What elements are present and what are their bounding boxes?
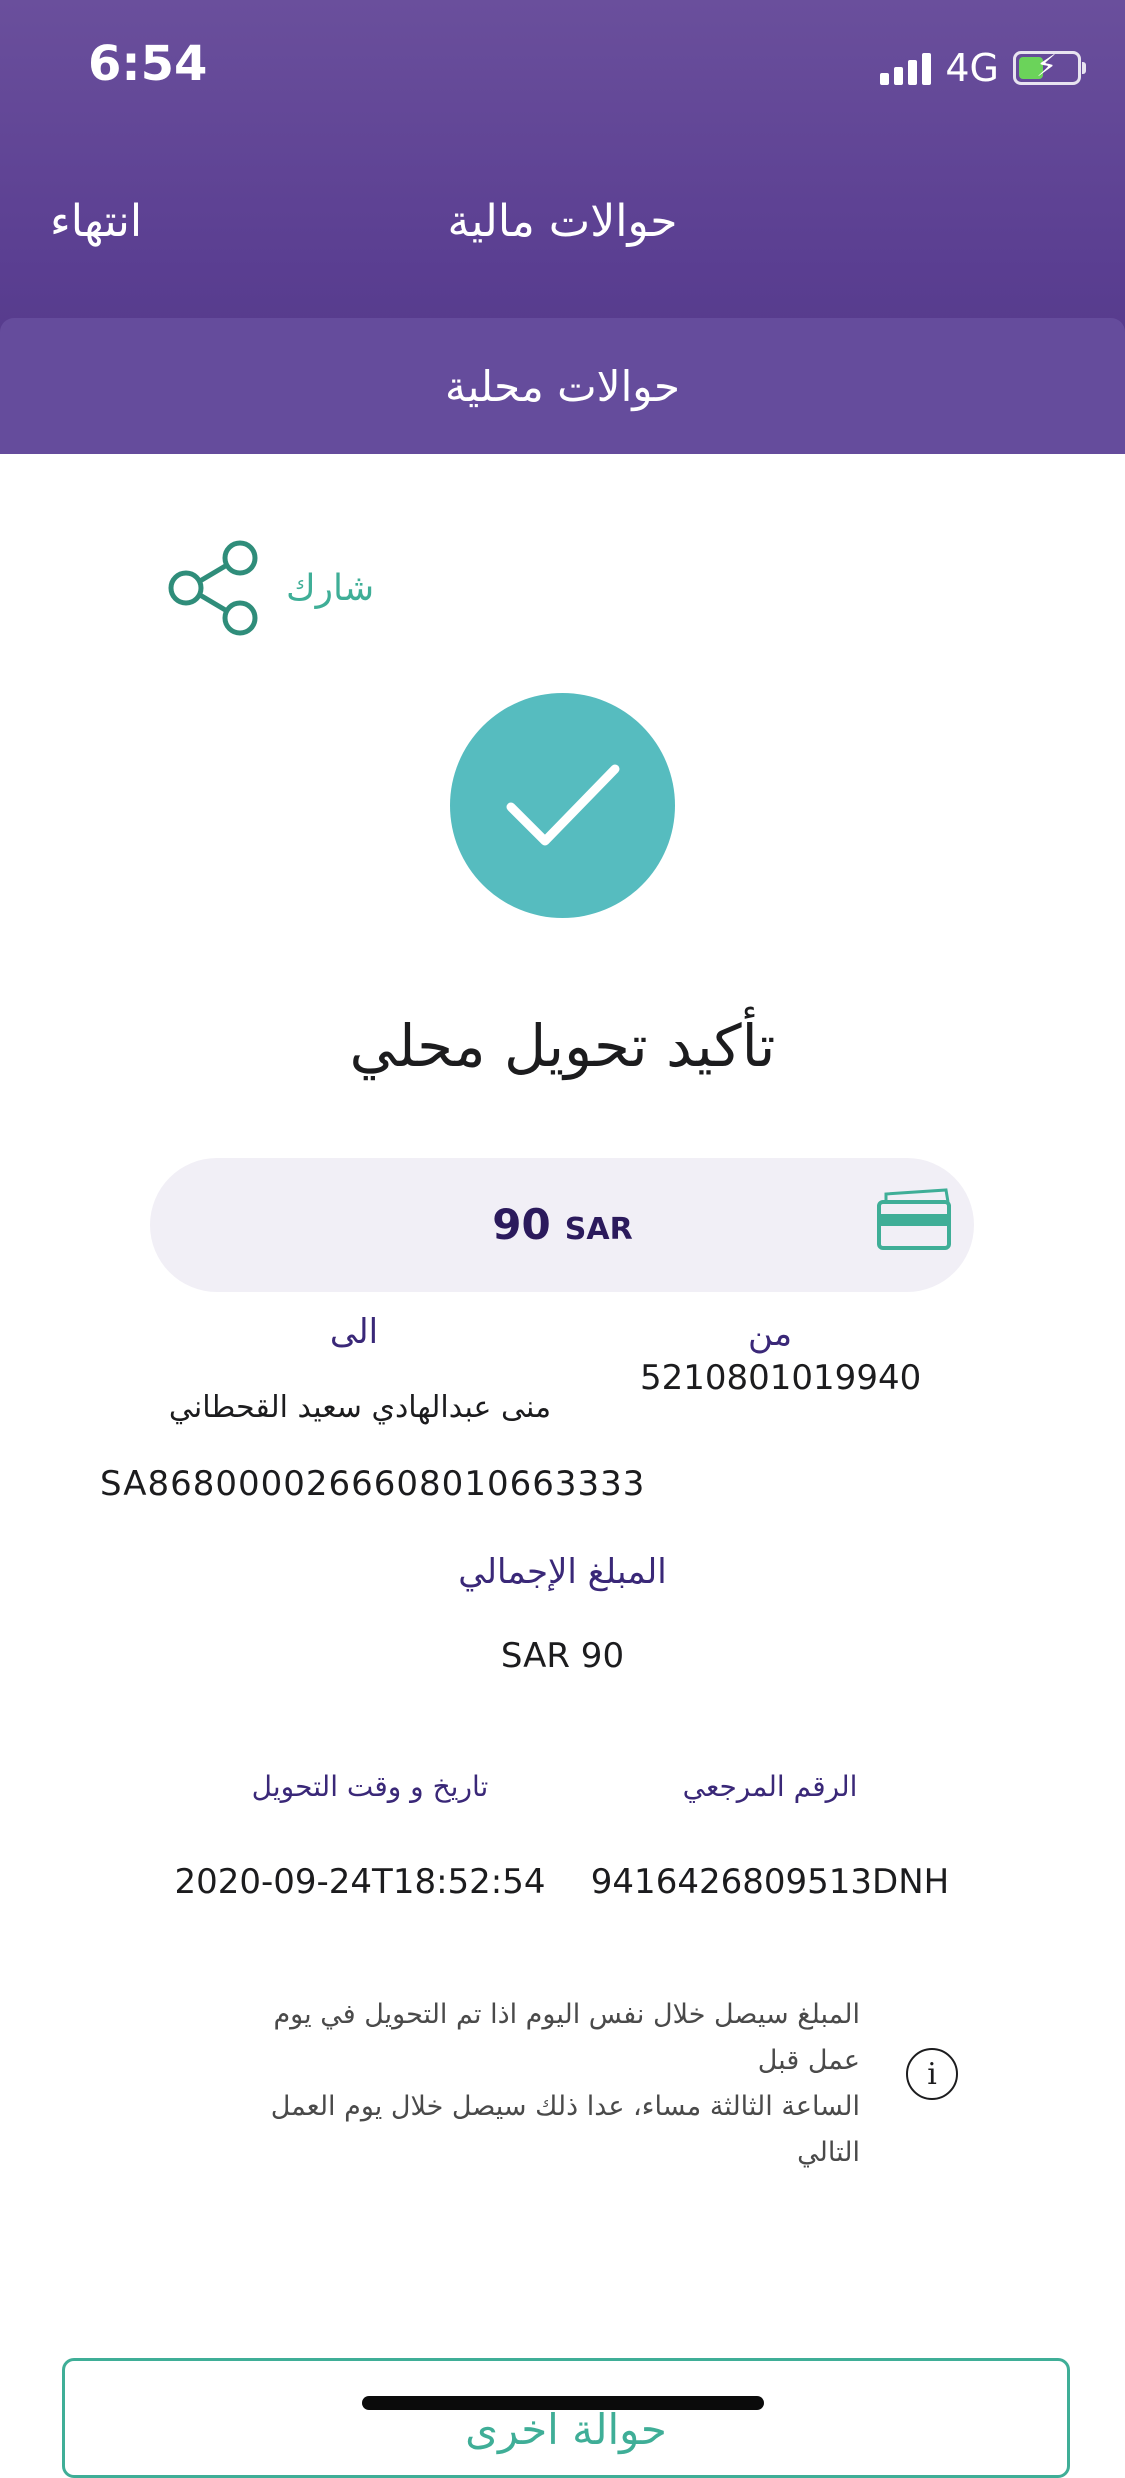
- amount-value: 90: [492, 1200, 551, 1249]
- amount-display: 90 SAR: [0, 1200, 1125, 1249]
- to-label: الى: [329, 1312, 379, 1352]
- tab-local-transfers[interactable]: حوالات محلية: [0, 318, 1125, 454]
- another-transfer-label: حوالة اخرى: [465, 2405, 667, 2454]
- recipient-name: منى عبدالهادي سعيد القحطاني: [168, 1390, 552, 1425]
- reference-label: الرقم المرجعي: [682, 1770, 858, 1803]
- card-icon: [877, 1188, 951, 1250]
- confirmation-title: تأكيد تحويل محلي: [349, 1012, 776, 1080]
- info-icon[interactable]: i: [906, 2048, 958, 2100]
- home-indicator: [362, 2396, 764, 2410]
- reference-value: 9416426809513DNH: [590, 1862, 950, 1902]
- recipient-iban: SA8680000266608010663333: [100, 1464, 646, 1504]
- status-time: 6:54: [88, 36, 208, 92]
- from-account: 5210801019940: [640, 1358, 922, 1398]
- datetime-value: 2020-09-24T18:52:54: [174, 1862, 546, 1902]
- transfer-notice: المبلغ سيصل خلال نفس اليوم اذا تم التحوي…: [240, 1992, 860, 2176]
- from-label: من: [747, 1314, 793, 1354]
- another-transfer-button[interactable]: حوالة اخرى: [62, 2358, 1070, 2478]
- network-type: 4G: [945, 46, 999, 90]
- notice-line-2: الساعة الثالثة مساء، عدا ذلك سيصل خلال ي…: [270, 2091, 860, 2168]
- share-label: شارك: [286, 567, 375, 609]
- status-indicators: 4G ⚡: [880, 46, 1086, 90]
- total-label: المبلغ الإجمالي: [458, 1552, 667, 1592]
- battery-icon: ⚡: [1013, 50, 1086, 85]
- page-title: حوالات مالية: [447, 196, 678, 247]
- share-button[interactable]: شارك: [166, 540, 374, 636]
- signal-icon: [880, 51, 932, 85]
- tab-label: حوالات محلية: [445, 361, 680, 411]
- total-value: SAR 90: [500, 1636, 625, 1676]
- notice-line-1: المبلغ سيصل خلال نفس اليوم اذا تم التحوي…: [273, 1999, 860, 2076]
- share-icon: [168, 540, 258, 636]
- success-check-icon: [450, 693, 675, 918]
- amount-currency: SAR: [564, 1212, 633, 1247]
- datetime-label: تاريخ و وقت التحويل: [251, 1770, 489, 1803]
